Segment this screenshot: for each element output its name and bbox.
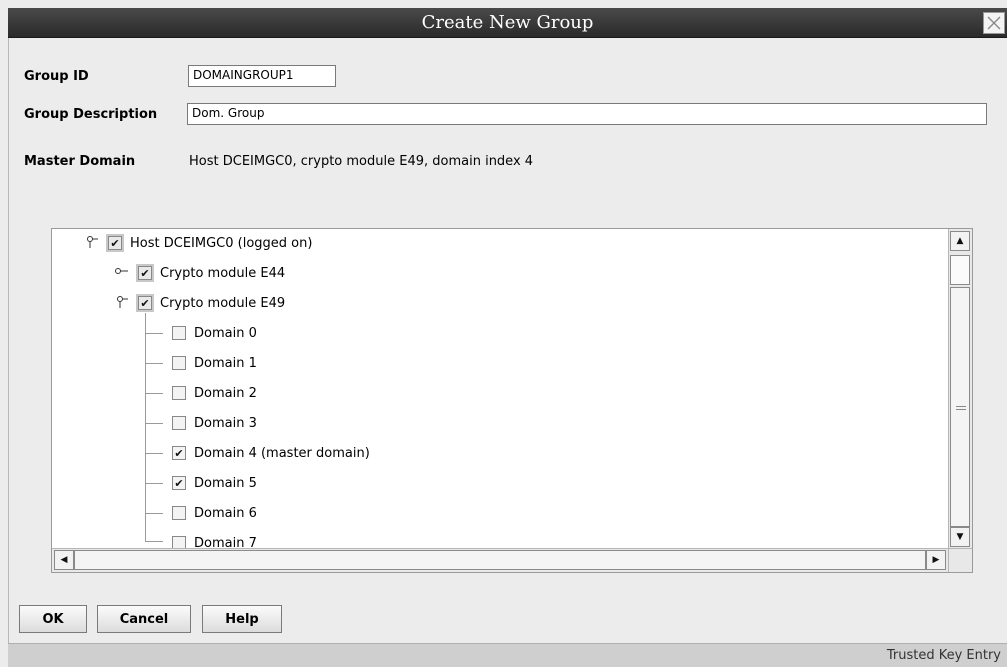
tree-node-domain-7[interactable]: Domain 7 — [172, 532, 257, 549]
horizontal-scroll-thumb[interactable] — [74, 550, 926, 570]
status-bar: Trusted Key Entry — [8, 643, 1007, 667]
tree-node-label: Domain 6 — [194, 505, 257, 521]
checkbox-icon[interactable]: ✔ — [138, 266, 152, 280]
tree-guide-line — [145, 483, 163, 484]
tree-node-label: Domain 4 (master domain) — [194, 445, 370, 461]
tree-guide-line — [145, 513, 163, 514]
master-domain-value: Host DCEIMGC0, crypto module E49, domain… — [189, 154, 534, 169]
checkbox-icon[interactable]: ✔ — [172, 476, 186, 490]
help-button-label: Help — [225, 611, 259, 627]
group-description-field[interactable]: Dom. Group — [187, 103, 987, 125]
checkbox-icon[interactable] — [172, 386, 186, 400]
window-border — [8, 38, 9, 643]
tree-node-label: Host DCEIMGC0 (logged on) — [130, 235, 313, 251]
tree-guide-line — [145, 541, 163, 542]
title-bar: Create New Group — [8, 8, 1007, 38]
status-text: Trusted Key Entry — [886, 648, 1001, 663]
cancel-button-label: Cancel — [119, 611, 169, 627]
tree-node-label: Domain 0 — [194, 325, 257, 341]
horizontal-scrollbar[interactable]: ◀ ▶ — [52, 548, 948, 572]
tree-node-domain-1[interactable]: Domain 1 — [172, 352, 257, 374]
tree-node-domain-6[interactable]: Domain 6 — [172, 502, 257, 524]
checkbox-icon[interactable]: ✔ — [138, 296, 152, 310]
tree-guide-line — [145, 333, 163, 334]
tree-node-label: Crypto module E49 — [160, 295, 286, 311]
scroll-left-icon[interactable]: ◀ — [54, 550, 74, 570]
expanded-handle-icon[interactable] — [114, 295, 130, 311]
tree-node-label: Domain 2 — [194, 385, 257, 401]
cancel-button[interactable]: Cancel — [97, 605, 191, 633]
tree-node-domain-0[interactable]: Domain 0 — [172, 322, 257, 344]
help-button[interactable]: Help — [202, 605, 282, 633]
tree-node-crypto-e49[interactable]: ✔ Crypto module E49 — [114, 292, 285, 314]
tree-node-host[interactable]: ✔ Host DCEIMGC0 (logged on) — [84, 232, 312, 254]
tree-node-crypto-e44[interactable]: ✔ Crypto module E44 — [114, 262, 285, 284]
checkbox-icon[interactable]: ✔ — [172, 446, 186, 460]
vertical-scrollbar[interactable]: ▲ ▼ — [948, 229, 972, 549]
scroll-thumb-top[interactable] — [950, 255, 970, 285]
tree-node-label: Crypto module E44 — [160, 265, 286, 281]
scroll-up-icon[interactable]: ▲ — [950, 231, 970, 251]
tree-guide-line — [145, 363, 163, 364]
scroll-right-icon[interactable]: ▶ — [926, 550, 946, 570]
checkbox-icon[interactable] — [172, 416, 186, 430]
checkbox-icon[interactable] — [172, 356, 186, 370]
tree-guide-line — [145, 313, 146, 541]
close-icon[interactable] — [983, 12, 1005, 34]
tree-node-domain-5[interactable]: ✔ Domain 5 — [172, 472, 257, 494]
expanded-handle-icon[interactable] — [84, 235, 100, 251]
tree-viewport: ✔ Host DCEIMGC0 (logged on) ✔ Crypto mod… — [52, 229, 948, 549]
window-title: Create New Group — [421, 12, 594, 33]
ok-button-label: OK — [42, 611, 64, 627]
tree-node-label: Domain 7 — [194, 535, 257, 550]
scroll-down-icon[interactable]: ▼ — [950, 527, 970, 547]
group-description-label: Group Description — [24, 107, 158, 122]
ok-button[interactable]: OK — [19, 605, 87, 633]
checkbox-icon[interactable] — [172, 326, 186, 340]
checkbox-icon[interactable]: ✔ — [108, 236, 122, 250]
tree-node-domain-4[interactable]: ✔ Domain 4 (master domain) — [172, 442, 370, 464]
collapsed-handle-icon[interactable] — [114, 265, 130, 281]
master-domain-label: Master Domain — [24, 154, 136, 169]
tree-node-label: Domain 5 — [194, 475, 257, 491]
tree-guide-line — [145, 453, 163, 454]
tree-node-label: Domain 3 — [194, 415, 257, 431]
vertical-scroll-thumb[interactable] — [950, 287, 970, 527]
checkbox-icon[interactable] — [172, 506, 186, 520]
tree-node-domain-2[interactable]: Domain 2 — [172, 382, 257, 404]
tree-guide-line — [145, 393, 163, 394]
group-id-label: Group ID — [24, 69, 89, 84]
domain-tree: ✔ Host DCEIMGC0 (logged on) ✔ Crypto mod… — [51, 228, 973, 573]
scroll-corner — [948, 548, 972, 572]
tree-node-label: Domain 1 — [194, 355, 257, 371]
tree-guide-line — [145, 423, 163, 424]
group-id-field[interactable]: DOMAINGROUP1 — [188, 65, 336, 87]
tree-node-domain-3[interactable]: Domain 3 — [172, 412, 257, 434]
